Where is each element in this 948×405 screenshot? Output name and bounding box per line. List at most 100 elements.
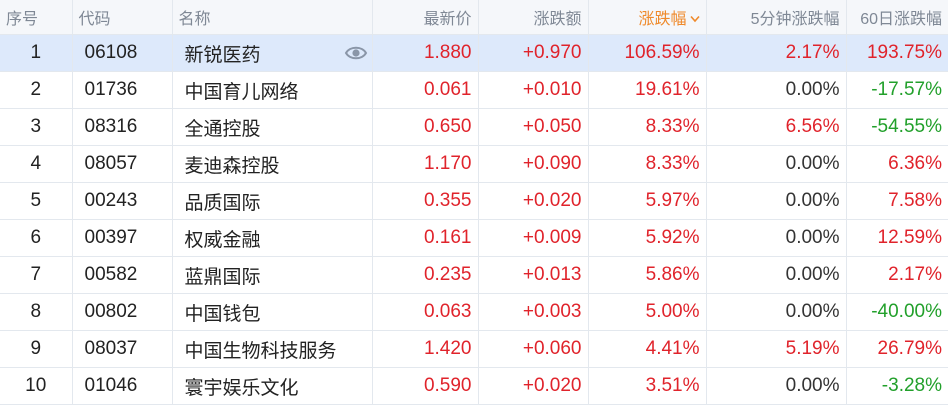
row-name-cell[interactable]: 全通控股 (172, 108, 373, 146)
row-code[interactable]: 06108 (72, 34, 173, 72)
row-change-pct: 4.41% (588, 330, 707, 368)
table-row[interactable]: 2 01736 中国育儿网络 0.061 +0.010 19.61% 0.00%… (0, 71, 948, 109)
row-change-pct: 5.86% (588, 256, 707, 294)
table-body: 1 06108 新锐医药 1.880 +0.970 106.59% 2.17% … (0, 34, 948, 405)
header-name[interactable]: 名称 (172, 0, 373, 35)
row-code[interactable]: 01736 (72, 71, 173, 109)
row-code[interactable]: 08057 (72, 145, 173, 183)
row-change-pct-60day: 193.75% (846, 34, 948, 72)
row-code[interactable]: 00243 (72, 182, 173, 220)
row-index: 6 (0, 219, 73, 257)
row-name[interactable]: 中国生物科技服务 (185, 341, 337, 362)
row-change-pct-60day: -54.55% (846, 108, 948, 146)
row-change-pct-5min: 0.00% (706, 293, 847, 331)
row-name[interactable]: 中国钱包 (185, 304, 261, 325)
row-code[interactable]: 00397 (72, 219, 173, 257)
row-change-pct-60day: 26.79% (846, 330, 948, 368)
row-name[interactable]: 麦迪森控股 (185, 156, 280, 177)
row-change-pct-60day: -17.57% (846, 71, 948, 109)
table-row[interactable]: 3 08316 全通控股 0.650 +0.050 8.33% 6.56% -5… (0, 108, 948, 146)
row-name-cell[interactable]: 蓝鼎国际 (172, 256, 373, 294)
row-name[interactable]: 新锐医药 (185, 45, 261, 66)
row-index: 2 (0, 71, 73, 109)
row-change: +0.009 (478, 219, 589, 257)
row-change-pct-60day: 6.36% (846, 145, 948, 183)
row-change-pct: 8.33% (588, 145, 707, 183)
row-name-cell[interactable]: 新锐医药 (172, 34, 373, 72)
row-code[interactable]: 00582 (72, 256, 173, 294)
row-name[interactable]: 中国育儿网络 (185, 82, 299, 103)
header-price[interactable]: 最新价 (372, 0, 479, 35)
row-index: 7 (0, 256, 73, 294)
row-change-pct-60day: -3.28% (846, 367, 948, 405)
header-change-pct-60day[interactable]: 60日涨跌幅 (846, 0, 948, 35)
table-row[interactable]: 8 00802 中国钱包 0.063 +0.003 5.00% 0.00% -4… (0, 293, 948, 331)
row-change-pct-5min: 5.19% (706, 330, 847, 368)
row-name[interactable]: 寰宇娱乐文化 (185, 378, 299, 399)
row-change-pct-5min: 0.00% (706, 182, 847, 220)
row-code[interactable]: 01046 (72, 367, 173, 405)
row-code[interactable]: 08316 (72, 108, 173, 146)
row-change-pct: 3.51% (588, 367, 707, 405)
row-name-cell[interactable]: 中国生物科技服务 (172, 330, 373, 368)
header-change-pct[interactable]: 涨跌幅 (588, 0, 707, 35)
row-index: 9 (0, 330, 73, 368)
row-change-pct-5min: 2.17% (706, 34, 847, 72)
row-change-pct: 5.97% (588, 182, 707, 220)
row-price: 0.061 (372, 71, 479, 109)
row-change: +0.060 (478, 330, 589, 368)
row-name[interactable]: 权威金融 (185, 230, 261, 251)
row-index: 8 (0, 293, 73, 331)
row-code[interactable]: 00802 (72, 293, 173, 331)
row-change: +0.010 (478, 71, 589, 109)
row-name[interactable]: 蓝鼎国际 (185, 267, 261, 288)
row-name-cell[interactable]: 中国钱包 (172, 293, 373, 331)
row-change-pct: 5.92% (588, 219, 707, 257)
eye-icon[interactable] (344, 43, 368, 63)
row-price: 0.161 (372, 219, 479, 257)
row-price: 1.880 (372, 34, 479, 72)
table-row[interactable]: 5 00243 品质国际 0.355 +0.020 5.97% 0.00% 7.… (0, 182, 948, 220)
row-change-pct-5min: 0.00% (706, 71, 847, 109)
row-index: 3 (0, 108, 73, 146)
row-name-cell[interactable]: 权威金融 (172, 219, 373, 257)
table-row[interactable]: 4 08057 麦迪森控股 1.170 +0.090 8.33% 0.00% 6… (0, 145, 948, 183)
header-row: 序号 代码 名称 最新价 涨跌额 涨跌幅 5分钟涨跌幅 60日涨跌幅 (0, 0, 948, 35)
row-change-pct-60day: 12.59% (846, 219, 948, 257)
table-row[interactable]: 9 08037 中国生物科技服务 1.420 +0.060 4.41% 5.19… (0, 330, 948, 368)
row-name-cell[interactable]: 品质国际 (172, 182, 373, 220)
row-price: 0.355 (372, 182, 479, 220)
row-name-cell[interactable]: 寰宇娱乐文化 (172, 367, 373, 405)
row-change-pct-5min: 0.00% (706, 256, 847, 294)
row-change-pct-60day: 2.17% (846, 256, 948, 294)
header-change-pct-label: 涨跌幅 (638, 11, 687, 28)
header-index[interactable]: 序号 (0, 0, 73, 35)
row-price: 0.235 (372, 256, 479, 294)
row-change-pct-5min: 0.00% (706, 367, 847, 405)
header-change-pct-5min[interactable]: 5分钟涨跌幅 (706, 0, 847, 35)
row-change: +0.020 (478, 182, 589, 220)
stock-ranking-table: 序号 代码 名称 最新价 涨跌额 涨跌幅 5分钟涨跌幅 60日涨跌幅 1 061… (0, 0, 948, 405)
header-code[interactable]: 代码 (72, 0, 173, 35)
row-code[interactable]: 08037 (72, 330, 173, 368)
table-row[interactable]: 6 00397 权威金融 0.161 +0.009 5.92% 0.00% 12… (0, 219, 948, 257)
row-change-pct-60day: -40.00% (846, 293, 948, 331)
row-price: 0.590 (372, 367, 479, 405)
row-price: 0.063 (372, 293, 479, 331)
table-row[interactable]: 7 00582 蓝鼎国际 0.235 +0.013 5.86% 0.00% 2.… (0, 256, 948, 294)
row-name-cell[interactable]: 麦迪森控股 (172, 145, 373, 183)
row-index: 5 (0, 182, 73, 220)
row-price: 1.170 (372, 145, 479, 183)
table-row[interactable]: 10 01046 寰宇娱乐文化 0.590 +0.020 3.51% 0.00%… (0, 367, 948, 405)
table-row[interactable]: 1 06108 新锐医药 1.880 +0.970 106.59% 2.17% … (0, 34, 948, 72)
row-change: +0.050 (478, 108, 589, 146)
row-index: 1 (0, 34, 73, 72)
row-change: +0.090 (478, 145, 589, 183)
row-name-cell[interactable]: 中国育儿网络 (172, 71, 373, 109)
row-change-pct: 8.33% (588, 108, 707, 146)
header-change[interactable]: 涨跌额 (478, 0, 589, 35)
chevron-down-icon (689, 15, 700, 23)
row-name[interactable]: 品质国际 (185, 193, 261, 214)
row-name[interactable]: 全通控股 (185, 119, 261, 140)
row-change: +0.970 (478, 34, 589, 72)
